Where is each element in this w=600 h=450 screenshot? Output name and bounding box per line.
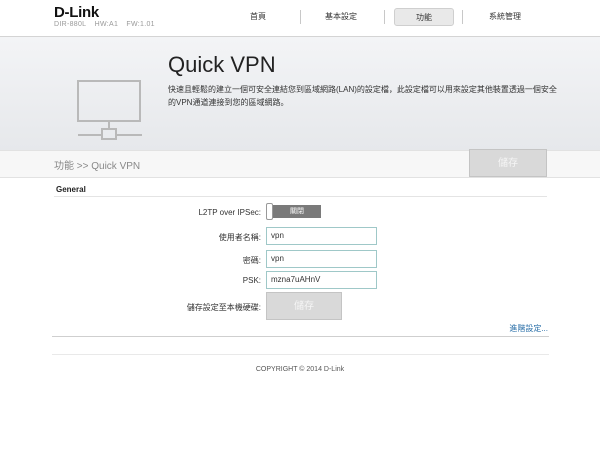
model-number: DIR-880L xyxy=(54,21,87,28)
device-info: DIR-880L HW:A1 FW:1.01 xyxy=(54,21,161,28)
l2tp-toggle[interactable]: 關閉 xyxy=(266,203,321,220)
nav-management[interactable]: 系統管理 xyxy=(480,8,530,26)
username-label: 使用者名稱: xyxy=(218,233,261,242)
header: D-Link DIR-880L HW:A1 FW:1.01 首頁 基本設定 功能… xyxy=(0,0,600,36)
nav-settings[interactable]: 基本設定 xyxy=(318,8,364,26)
page-title: Quick VPN xyxy=(168,52,276,77)
advanced-settings-link[interactable]: 進階設定... xyxy=(509,323,548,334)
psk-field[interactable]: mzna7uAHnV xyxy=(266,271,377,289)
password-label: 密碼: xyxy=(242,256,261,265)
page-banner: Quick VPN 快速且輕鬆的建立一個可安全連結您到區域網路(LAN)的設定檔… xyxy=(0,36,600,151)
nav-features[interactable]: 功能 xyxy=(394,8,454,26)
username-field[interactable]: vpn xyxy=(266,227,377,245)
hardware-version: HW:A1 xyxy=(94,21,119,28)
psk-label: PSK: xyxy=(242,276,261,285)
nav-home[interactable]: 首頁 xyxy=(236,8,280,26)
save-config-button[interactable]: 儲存 xyxy=(266,292,342,320)
footer-divider xyxy=(52,336,549,337)
password-field[interactable]: vpn xyxy=(266,250,377,268)
section-divider xyxy=(54,196,547,197)
footer-divider xyxy=(52,354,549,355)
nav-separator xyxy=(462,10,463,24)
firmware-version: FW:1.01 xyxy=(126,21,155,28)
l2tp-label: L2TP over IPSec: xyxy=(198,208,261,217)
page-description: 快速且輕鬆的建立一個可安全連結您到區域網路(LAN)的設定檔，此設定檔可以用來設… xyxy=(168,85,557,107)
save-button[interactable]: 儲存 xyxy=(469,149,547,177)
section-title-general: General xyxy=(56,185,86,194)
breadcrumb: 功能 >> Quick VPN xyxy=(54,161,141,172)
toggle-state: 關閉 xyxy=(273,205,321,218)
save-config-label: 儲存設定至本機硬碟: xyxy=(186,303,261,312)
dlink-logo: D-Link xyxy=(54,4,99,21)
nav-separator xyxy=(384,10,385,24)
copyright: COPYRIGHT © 2014 D-Link xyxy=(255,366,345,373)
toggle-knob xyxy=(266,203,273,220)
network-pc-icon xyxy=(77,80,142,140)
nav-separator xyxy=(300,10,301,24)
